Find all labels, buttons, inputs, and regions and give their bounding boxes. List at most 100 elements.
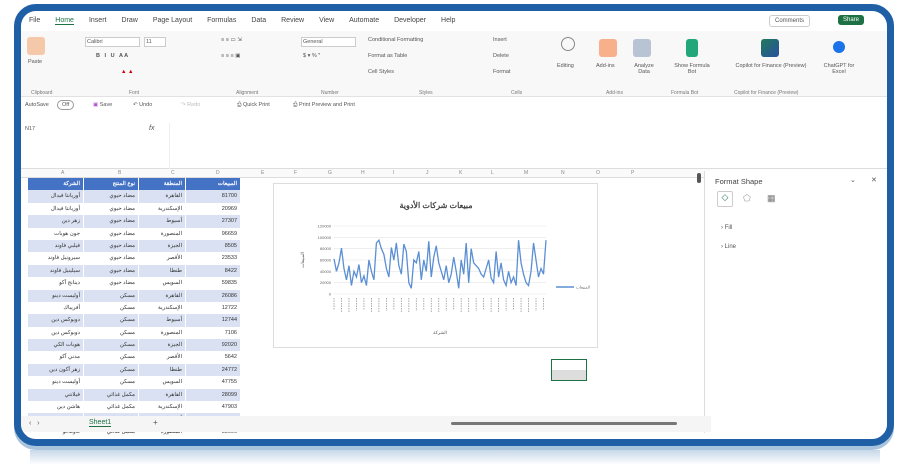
table-cell[interactable]: القاهرة [138, 289, 185, 302]
insert-cells-button[interactable]: Insert [493, 37, 507, 43]
formula-input[interactable] [169, 123, 887, 169]
table-cell[interactable]: مسكن [83, 314, 138, 327]
table-cell[interactable]: 8505 [185, 239, 240, 253]
fx-icon[interactable]: fx [149, 125, 154, 132]
table-cell[interactable]: أسيوط [138, 215, 185, 228]
column-header[interactable]: G [328, 170, 332, 176]
column-header[interactable]: I [393, 170, 394, 176]
table-cell[interactable]: مضاد حيوي [83, 252, 138, 265]
table-cell[interactable]: القاهرة [138, 190, 185, 203]
tab-page-layout[interactable]: Page Layout [153, 17, 192, 25]
table-cell[interactable]: دينانج آكو [27, 277, 83, 290]
fill-section[interactable]: › Fill [721, 225, 732, 231]
column-header[interactable]: E [261, 170, 264, 176]
add-ins-button[interactable]: Add-ins [596, 63, 615, 69]
column-header[interactable]: J [426, 170, 429, 176]
table-cell[interactable]: أوريانتا فيدال [27, 202, 83, 216]
table-cell[interactable]: مسكن [83, 339, 138, 352]
redo-button[interactable]: ↷ Redo [181, 102, 200, 108]
table-cell[interactable]: السويس [138, 277, 185, 290]
tab-help[interactable]: Help [441, 17, 455, 25]
table-cell[interactable]: الإسكندرية [138, 401, 185, 414]
line-section[interactable]: › Line [721, 244, 736, 250]
table-cell[interactable]: مسكن [83, 351, 138, 364]
paste-icon[interactable] [27, 37, 45, 55]
selected-shape[interactable] [551, 359, 587, 381]
alignment-icons[interactable]: ≡ ≡ ▭ ⇲ [221, 37, 242, 43]
column-header[interactable]: P [631, 170, 634, 176]
table-cell[interactable]: 81700 [185, 190, 240, 203]
format-as-table-button[interactable]: Format as Table [368, 53, 407, 59]
quick-print-button[interactable]: ⎙ Quick Print [237, 102, 270, 109]
column-header[interactable]: M [524, 170, 528, 176]
table-cell[interactable]: المنصورة [138, 326, 185, 340]
table-cell[interactable]: 96659 [185, 227, 240, 240]
font-name-select[interactable]: Calibri [85, 37, 140, 47]
table-cell[interactable]: الأقصر [138, 252, 185, 265]
table-cell[interactable]: دوبوكس دين [27, 326, 83, 340]
column-header[interactable]: D [216, 170, 220, 176]
tab-review[interactable]: Review [281, 17, 304, 25]
collapse-icon[interactable]: ⌄ [850, 176, 856, 184]
share-button[interactable]: Share [838, 15, 865, 25]
table-cell[interactable]: مدني آكو [27, 351, 83, 364]
table-cell[interactable]: مسكن [83, 326, 138, 340]
chatgpt-button[interactable]: ChatGPT for Excel [821, 63, 857, 75]
delete-cells-button[interactable]: Delete [493, 53, 509, 59]
format-cells-button[interactable]: Format [493, 69, 510, 75]
table-cell[interactable]: 7106 [185, 326, 240, 340]
tab-data[interactable]: Data [251, 17, 266, 25]
save-button[interactable]: ▣ Save [93, 102, 112, 108]
table-cell[interactable]: الإسكندرية [138, 301, 185, 315]
table-cell[interactable]: 12722 [185, 301, 240, 315]
fill-line-icon[interactable]: ◇ [717, 191, 733, 207]
horizontal-scrollbar[interactable] [451, 422, 677, 425]
table-cell[interactable]: 20969 [185, 202, 240, 216]
analyze-data-button[interactable]: Analyze Data [629, 63, 659, 75]
table-cell[interactable]: أوريانتا فيدال [27, 190, 83, 203]
table-cell[interactable]: مسكن [83, 363, 138, 377]
copilot-button[interactable]: Copilot for Finance (Preview) [731, 63, 811, 69]
table-cell[interactable]: 24772 [185, 363, 240, 377]
column-header-cell[interactable]: المنطقة [138, 178, 185, 191]
table-cell[interactable]: مضاد حيوي [83, 202, 138, 216]
table-cell[interactable]: 26086 [185, 289, 240, 302]
tab-home[interactable]: Home [55, 17, 74, 25]
autosave-toggle[interactable]: Off [57, 100, 75, 110]
table-cell[interactable]: مكمل غذائي [83, 388, 138, 402]
column-header[interactable]: K [459, 170, 462, 176]
table-cell[interactable]: مضاد حيوي [83, 190, 138, 203]
table-cell[interactable]: مسكن [83, 301, 138, 315]
paste-button[interactable]: Paste [28, 59, 42, 65]
font-size-select[interactable]: 11 [144, 37, 166, 47]
table-cell[interactable]: 12744 [185, 314, 240, 327]
table-cell[interactable]: طنطا [138, 363, 185, 377]
tab-formulas[interactable]: Formulas [207, 17, 236, 25]
table-cell[interactable]: أسيوط [138, 314, 185, 327]
tab-developer[interactable]: Developer [394, 17, 426, 25]
column-header-cell[interactable]: الشركة [27, 178, 83, 191]
sales-line-chart[interactable]: مبيعات شركات الأدوية 120000 100000 80000 600… [273, 183, 598, 348]
table-cell[interactable]: أوليست دينو [27, 376, 83, 389]
undo-button[interactable]: ↶ Undo [133, 102, 152, 108]
column-header[interactable]: F [294, 170, 297, 176]
table-cell[interactable]: مسكن [83, 289, 138, 302]
table-cell[interactable]: الأقصر [138, 351, 185, 364]
table-cell[interactable]: 27307 [185, 215, 240, 228]
bold-button[interactable]: B I U A A [96, 53, 128, 59]
column-header[interactable]: C [171, 170, 175, 176]
comments-button[interactable]: Comments [769, 15, 811, 27]
table-cell[interactable]: مضاد حيوي [83, 239, 138, 253]
show-formula-bot-button[interactable]: Show Formula Bot [671, 63, 713, 75]
table-cell[interactable]: زهر دين [27, 215, 83, 228]
column-header[interactable]: H [361, 170, 365, 176]
column-header[interactable]: O [596, 170, 600, 176]
effects-icon[interactable]: ⬠ [743, 193, 751, 204]
table-cell[interactable]: فيلبي فاوند [27, 239, 83, 253]
table-cell[interactable]: القاهرة [138, 388, 185, 402]
name-box[interactable]: N17 [25, 126, 80, 132]
table-cell[interactable]: 47903 [185, 401, 240, 414]
table-cell[interactable]: الإسكندرية [138, 202, 185, 216]
sheet-tab-sheet1[interactable]: Sheet1 [89, 419, 112, 427]
table-cell[interactable]: 5642 [185, 351, 240, 364]
